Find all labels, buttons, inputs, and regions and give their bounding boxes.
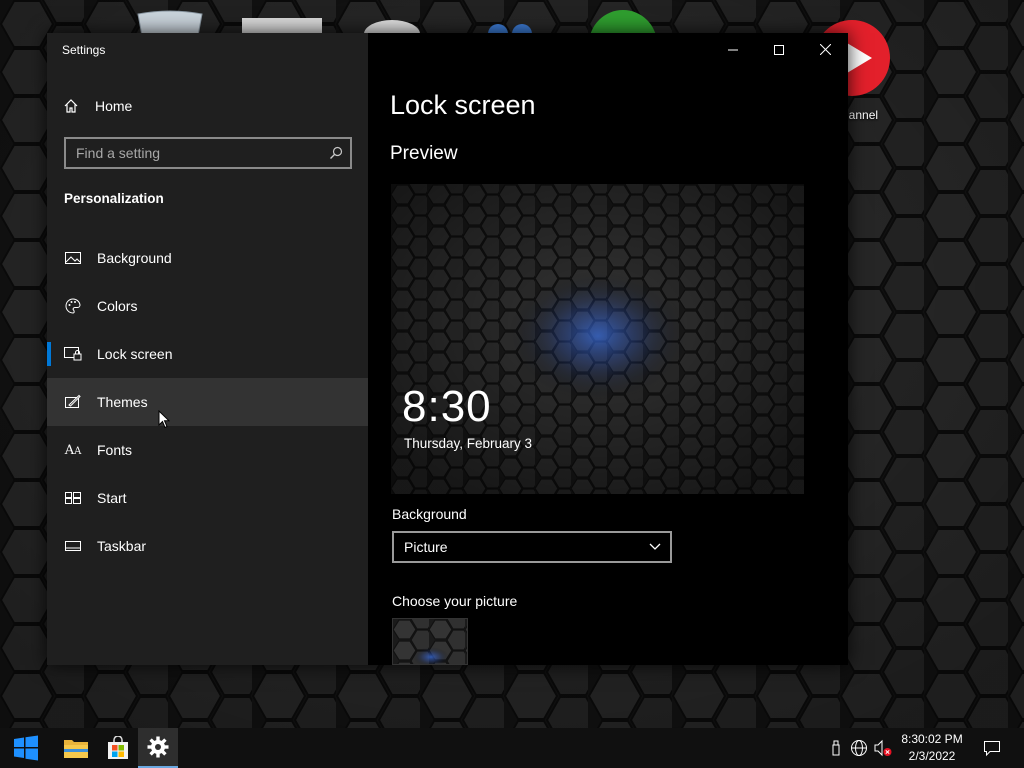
sidebar-item-label: Fonts — [97, 442, 133, 458]
picture-thumbnail[interactable] — [392, 618, 468, 665]
sidebar-item-label: Background — [97, 250, 172, 266]
maximize-button[interactable] — [756, 33, 802, 66]
settings-taskbar-button[interactable] — [138, 728, 178, 768]
network-globe-icon[interactable] — [849, 738, 869, 758]
home-icon — [47, 98, 95, 114]
settings-window: Home Find a setting Personalization Back… — [47, 33, 848, 665]
lock-screen-preview: 8:30 Thursday, February 3 — [391, 184, 804, 494]
start-icon — [47, 492, 97, 504]
gear-icon — [147, 736, 169, 758]
search-placeholder: Find a setting — [76, 145, 161, 161]
minimize-icon — [728, 49, 738, 50]
window-title: Settings — [62, 43, 106, 57]
background-label: Background — [392, 506, 467, 522]
microsoft-store-button[interactable] — [98, 728, 138, 768]
close-icon — [819, 44, 831, 55]
sidebar: Home Find a setting Personalization Back… — [47, 33, 368, 665]
dropdown-value: Picture — [404, 539, 448, 555]
windows-logo-icon — [14, 735, 38, 761]
chevron-down-icon — [640, 543, 670, 551]
mouse-cursor-icon — [158, 409, 171, 434]
sidebar-item-lock-screen[interactable]: Lock screen — [47, 330, 368, 378]
taskbar-icon — [47, 540, 97, 552]
background-dropdown[interactable]: Picture — [392, 531, 672, 563]
file-explorer-button[interactable] — [56, 728, 96, 768]
folder-icon — [64, 740, 88, 758]
sidebar-item-label: Themes — [97, 394, 148, 410]
content-pane: Lock screen Preview 8:30 Thursday, Febru… — [368, 33, 848, 665]
nav-home-label: Home — [95, 98, 133, 114]
clock-date: 2/3/2022 — [908, 749, 956, 763]
sidebar-item-taskbar[interactable]: Taskbar — [47, 522, 368, 570]
sidebar-item-themes[interactable]: Themes — [47, 378, 368, 426]
sidebar-item-label: Colors — [97, 298, 138, 314]
usb-device-icon[interactable] — [826, 738, 846, 758]
start-button[interactable] — [6, 728, 46, 768]
search-input[interactable]: Find a setting — [64, 137, 352, 169]
sidebar-item-label: Taskbar — [97, 538, 147, 554]
sidebar-item-colors[interactable]: Colors — [47, 282, 368, 330]
minimize-button[interactable] — [710, 33, 756, 66]
volume-muted-icon[interactable] — [873, 738, 893, 758]
preview-heading: Preview — [390, 143, 458, 164]
sidebar-item-start[interactable]: Start — [47, 474, 368, 522]
close-button[interactable] — [802, 33, 848, 66]
page-title: Lock screen — [390, 90, 536, 120]
sidebar-item-background[interactable]: Background — [47, 234, 368, 282]
sidebar-item-label: Lock screen — [97, 346, 173, 362]
section-title: Personalization — [64, 191, 164, 206]
lock-screen-icon — [47, 347, 97, 361]
taskbar: 8:30:02 PM 2/3/2022 — [0, 728, 1024, 768]
sidebar-item-fonts[interactable]: AA Fonts — [47, 426, 368, 474]
preview-time: 8:30 — [402, 382, 492, 431]
action-center-icon[interactable] — [982, 738, 1002, 758]
nav-home[interactable]: Home — [47, 86, 368, 126]
store-icon — [108, 736, 128, 759]
brush-icon — [47, 394, 97, 410]
maximize-icon — [774, 44, 784, 55]
selection-indicator — [47, 342, 51, 366]
picture-icon — [47, 251, 97, 265]
choose-picture-label: Choose your picture — [392, 593, 518, 609]
fonts-icon: AA — [64, 442, 82, 458]
taskbar-clock[interactable]: 8:30:02 PM 2/3/2022 — [896, 731, 968, 765]
sidebar-item-label: Start — [97, 490, 127, 506]
preview-date: Thursday, February 3 — [404, 436, 533, 451]
title-bar[interactable]: Settings — [47, 33, 848, 66]
search-icon[interactable] — [322, 146, 350, 160]
palette-icon — [47, 298, 97, 314]
clock-time: 8:30:02 PM — [901, 732, 963, 746]
